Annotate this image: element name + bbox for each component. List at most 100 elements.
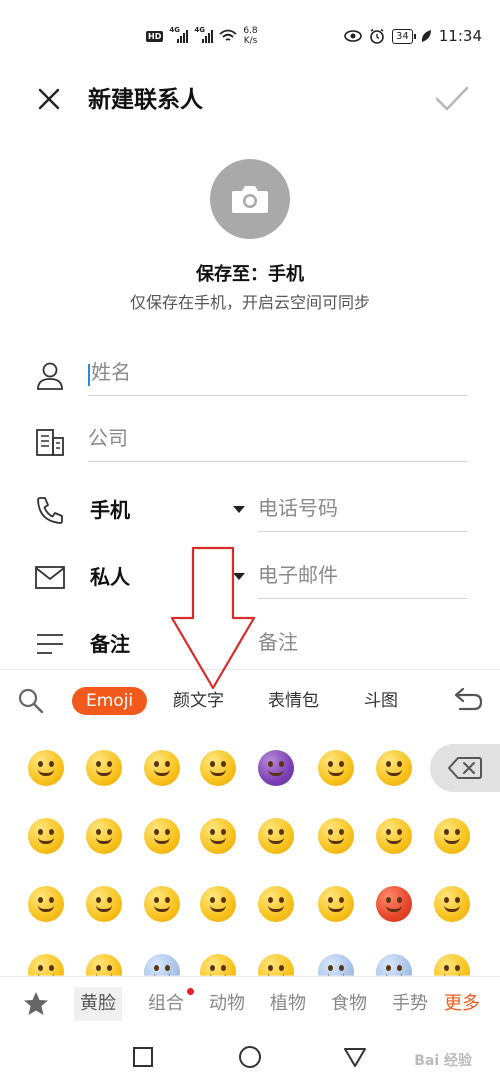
emoji-feature <box>96 965 101 971</box>
emoji-keyboard: Emoji 颜文字 表情包 斗图 黄脸 组合 动物 植物 食物 手势 更多 Ba… <box>0 669 500 1084</box>
emoji-item[interactable] <box>258 750 294 786</box>
emoji-feature <box>279 761 284 767</box>
tab-emoji[interactable]: Emoji <box>72 687 148 715</box>
emoji-feature <box>386 905 402 912</box>
signal-icon-1: 4G <box>169 26 189 43</box>
category-gestures[interactable]: 手势 <box>386 987 428 1021</box>
emoji-item[interactable] <box>434 818 470 854</box>
alarm-icon <box>370 28 384 44</box>
emoji-item[interactable] <box>200 818 236 854</box>
category-plants[interactable]: 植物 <box>264 987 312 1021</box>
emoji-feature <box>279 965 284 971</box>
emoji-item[interactable] <box>86 818 122 854</box>
emoji-feature <box>386 897 391 903</box>
emoji-feature <box>38 897 43 903</box>
close-icon[interactable] <box>34 84 64 114</box>
clock-time: 11:34 <box>438 27 482 45</box>
emoji-feature <box>221 897 226 903</box>
note-placeholder: 备注 <box>258 630 298 654</box>
signal-icon-2: 4G <box>194 26 214 43</box>
emoji-feature <box>165 897 170 903</box>
emoji-item[interactable] <box>86 750 122 786</box>
emoji-item[interactable] <box>376 886 412 922</box>
save-location[interactable]: 保存至：手机 <box>0 260 500 286</box>
emoji-item[interactable] <box>318 750 354 786</box>
recents-icon[interactable] <box>130 1044 156 1070</box>
emoji-feature <box>107 761 112 767</box>
email-placeholder: 电子邮件 <box>258 563 338 587</box>
phone-type-label[interactable]: 手机 <box>90 488 130 532</box>
emoji-feature <box>154 761 159 767</box>
emoji-feature <box>210 829 215 835</box>
tab-doutu[interactable]: 斗图 <box>364 687 398 715</box>
phone-icon <box>37 497 63 524</box>
delete-key[interactable] <box>430 744 500 792</box>
email-type-label[interactable]: 私人 <box>90 555 130 599</box>
emoji-feature <box>38 769 54 776</box>
emoji-item[interactable] <box>318 886 354 922</box>
emoji-feature <box>268 897 273 903</box>
avatar-camera-button[interactable] <box>210 159 290 239</box>
emoji-item[interactable] <box>258 886 294 922</box>
emoji-feature <box>328 905 344 912</box>
leaf-icon <box>421 30 431 42</box>
emoji-item[interactable] <box>376 750 412 786</box>
emoji-feature <box>339 829 344 835</box>
emoji-feature <box>221 829 226 835</box>
name-placeholder: 姓名 <box>91 360 131 384</box>
phone-input[interactable]: 电话号码 <box>258 486 467 532</box>
emoji-item[interactable] <box>144 750 180 786</box>
emoji-feature <box>38 965 43 971</box>
note-input[interactable]: 备注 <box>258 620 467 666</box>
company-input[interactable]: 公司 <box>88 416 467 462</box>
emoji-feature <box>154 897 159 903</box>
emoji-item[interactable] <box>376 818 412 854</box>
emoji-item[interactable] <box>86 886 122 922</box>
emoji-item[interactable] <box>434 886 470 922</box>
emoji-feature <box>444 897 449 903</box>
emoji-feature <box>154 837 170 844</box>
category-more[interactable]: 更多 <box>438 987 486 1021</box>
name-input[interactable]: 姓名 <box>88 350 467 396</box>
emoji-feature <box>165 965 170 971</box>
category-food[interactable]: 食物 <box>325 987 373 1021</box>
emoji-item[interactable] <box>200 886 236 922</box>
emoji-feature <box>38 761 43 767</box>
emoji-item[interactable] <box>28 818 64 854</box>
check-icon[interactable] <box>434 82 470 116</box>
category-combo[interactable]: 组合 <box>142 987 190 1021</box>
emoji-item[interactable] <box>144 818 180 854</box>
emoji-feature <box>397 761 402 767</box>
emoji-feature <box>38 837 54 844</box>
status-bar: HD 4G 4G 6.8 K/s 34 11:34 <box>0 0 500 70</box>
emoji-item[interactable] <box>258 818 294 854</box>
emoji-feature <box>165 761 170 767</box>
home-icon[interactable] <box>237 1044 263 1070</box>
emoji-item[interactable] <box>144 886 180 922</box>
emoji-item[interactable] <box>318 818 354 854</box>
return-icon[interactable] <box>450 686 484 716</box>
email-input[interactable]: 电子邮件 <box>258 553 467 599</box>
emoji-feature <box>328 761 333 767</box>
emoji-feature <box>210 769 226 776</box>
emoji-feature <box>49 965 54 971</box>
emoji-feature <box>96 897 101 903</box>
emoji-feature <box>154 769 170 776</box>
emoji-item[interactable] <box>28 886 64 922</box>
phone-type-dropdown-icon[interactable] <box>233 506 245 513</box>
category-animals[interactable]: 动物 <box>203 987 251 1021</box>
tab-kaomoji[interactable]: 颜文字 <box>173 687 224 715</box>
search-icon[interactable] <box>16 686 46 716</box>
star-icon[interactable] <box>22 990 50 1018</box>
emoji-item[interactable] <box>28 750 64 786</box>
emoji-feature <box>96 761 101 767</box>
tab-stickers[interactable]: 表情包 <box>268 687 319 715</box>
battery-indicator: 34 <box>392 28 416 44</box>
category-yellow-face[interactable]: 黄脸 <box>74 987 122 1021</box>
emoji-item[interactable] <box>200 750 236 786</box>
status-right: 34 11:34 <box>344 24 482 48</box>
system-nav-bar: Bai 经验 <box>0 1030 500 1084</box>
back-icon[interactable] <box>342 1044 368 1070</box>
emoji-feature <box>268 965 273 971</box>
eye-icon <box>344 30 362 42</box>
